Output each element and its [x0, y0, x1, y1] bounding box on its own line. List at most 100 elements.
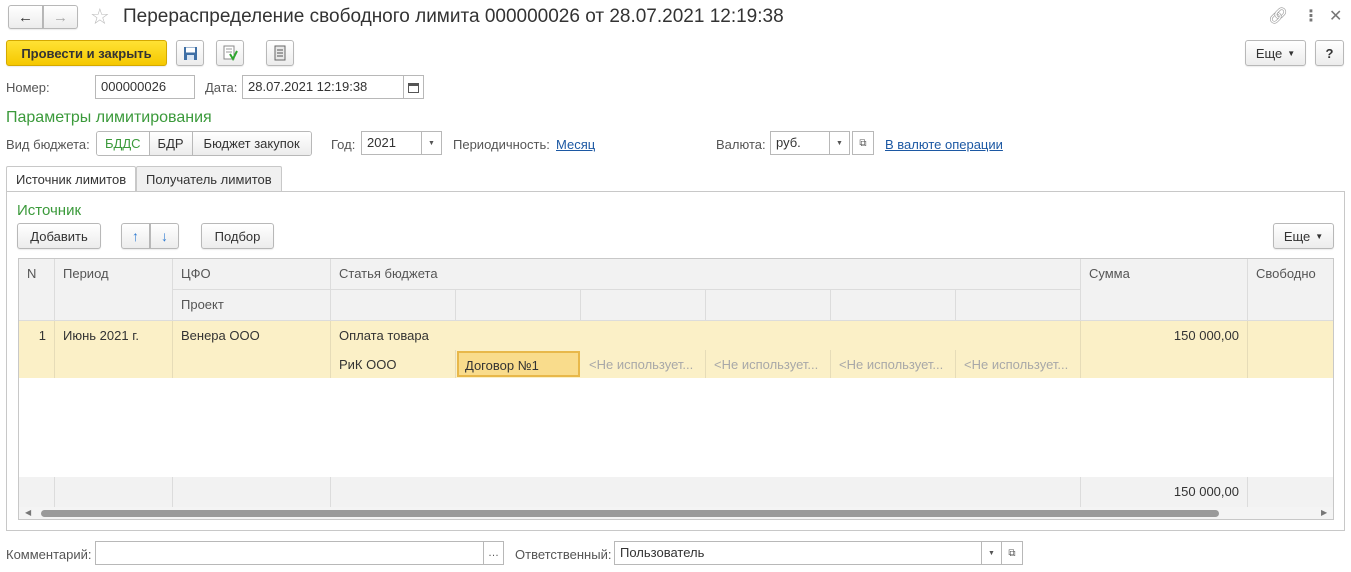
arrow-up-icon: ↑ — [132, 228, 139, 244]
col-sum-header[interactable]: Сумма — [1081, 259, 1248, 321]
arrow-left-icon: ← — [18, 8, 33, 26]
footer-period — [55, 477, 173, 507]
source-title: Источник — [17, 202, 82, 219]
periodicity-link[interactable]: Месяц — [556, 137, 595, 152]
table-more-button[interactable]: Еще ▼ — [1273, 223, 1334, 249]
arrow-right-icon: → — [53, 8, 68, 26]
row-1-period[interactable]: Июнь 2021 г. — [55, 321, 173, 378]
dropdown-arrow-icon: ▼ — [836, 139, 843, 147]
col-n-header[interactable]: N — [19, 259, 55, 321]
horizontal-scrollbar[interactable]: ◀ ▶ — [19, 507, 1333, 519]
col-free-header[interactable]: Свободно — [1248, 259, 1333, 321]
more-vertical-icon[interactable]: ⋮ — [1303, 6, 1319, 26]
row-1-analytic-5[interactable]: <Не использует... — [831, 350, 956, 378]
post-document-icon — [223, 45, 238, 61]
year-dropdown-button[interactable]: ▼ — [422, 131, 442, 155]
currency-operation-link[interactable]: В валюте операции — [885, 137, 1003, 152]
save-icon — [183, 46, 197, 60]
periodicity-label: Периодичность: — [453, 137, 550, 152]
col-analytic-3-header[interactable] — [581, 290, 706, 321]
more-label: Еще — [1255, 45, 1283, 61]
row-1-analytic-2[interactable]: Договор №1 — [457, 351, 580, 377]
responsible-open-button[interactable]: ⧉ — [1002, 541, 1023, 565]
col-cfo-header[interactable]: ЦФО — [173, 259, 331, 290]
link-icon[interactable]: 🔗︎ — [1268, 6, 1288, 26]
favorite-star-icon[interactable]: ☆ — [90, 4, 110, 30]
scroll-right-icon[interactable]: ▶ — [1321, 508, 1327, 517]
forward-button[interactable]: → — [43, 5, 78, 29]
footer-free — [1248, 477, 1333, 507]
open-icon: ⧉ — [1008, 547, 1016, 559]
dropdown-arrow-icon: ▼ — [988, 549, 995, 557]
tab-source[interactable]: Источник лимитов — [6, 166, 137, 192]
col-analytic-4-header[interactable] — [706, 290, 831, 321]
source-table: N Период ЦФО Проект Статья бюджета Сумма… — [18, 258, 1334, 520]
limits-section-title: Параметры лимитирования — [6, 109, 212, 126]
budget-type-bdds[interactable]: БДДС — [97, 132, 150, 155]
responsible-label: Ответственный: — [515, 547, 612, 562]
move-up-button[interactable]: ↑ — [121, 223, 150, 249]
currency-field[interactable]: руб. — [770, 131, 830, 155]
pick-button[interactable]: Подбор — [201, 223, 274, 249]
back-button[interactable]: ← — [8, 5, 43, 29]
row-1-analytic-4[interactable]: <Не использует... — [706, 350, 831, 378]
more-button[interactable]: Еще ▼ — [1245, 40, 1306, 66]
currency-open-button[interactable]: ⧉ — [852, 131, 874, 155]
row-1-analytic-6[interactable]: <Не использует... — [956, 350, 1081, 378]
col-period-header[interactable]: Период — [55, 259, 173, 321]
post-button[interactable] — [216, 40, 244, 66]
row-1-n: 1 — [19, 321, 55, 378]
responsible-dropdown-button[interactable]: ▼ — [982, 541, 1002, 565]
date-field[interactable]: 28.07.2021 12:19:38 — [242, 75, 404, 99]
col-analytic-5-header[interactable] — [831, 290, 956, 321]
date-label: Дата: — [205, 80, 238, 95]
footer-sum-total: 150 000,00 — [1081, 477, 1248, 507]
calendar-icon — [408, 82, 419, 93]
col-article-header[interactable]: Статья бюджета — [331, 259, 1081, 290]
col-analytic-2-header[interactable] — [456, 290, 581, 321]
close-icon[interactable]: ✕ — [1329, 6, 1342, 26]
col-analytic-1-header[interactable] — [331, 290, 456, 321]
save-button[interactable] — [176, 40, 204, 66]
budget-type-bdr[interactable]: БДР — [149, 132, 193, 155]
currency-label: Валюта: — [716, 137, 766, 152]
budget-type-switch: БДДС БДР Бюджет закупок — [96, 131, 312, 156]
responsible-field[interactable]: Пользователь — [614, 541, 982, 565]
budget-type-purchases[interactable]: Бюджет закупок — [192, 132, 311, 155]
col-analytic-6-header[interactable] — [956, 290, 1081, 321]
comment-field[interactable] — [95, 541, 484, 565]
open-icon: ⧉ — [859, 137, 867, 149]
document-structure-button[interactable] — [266, 40, 294, 66]
budget-type-label: Вид бюджета: — [6, 137, 90, 152]
col-project-header[interactable]: Проект — [173, 290, 331, 321]
dropdown-arrow-icon: ▼ — [1315, 231, 1324, 241]
year-label: Год: — [331, 137, 356, 152]
footer-article — [331, 477, 1081, 507]
row-1-cfo[interactable]: Венера ООО — [173, 321, 331, 350]
footer-n — [19, 477, 55, 507]
calendar-button[interactable] — [404, 75, 424, 99]
comment-open-button[interactable]: … — [484, 541, 504, 565]
help-button[interactable]: ? — [1315, 40, 1344, 66]
row-1-project[interactable] — [173, 350, 331, 378]
window-title: Перераспределение свободного лимита 0000… — [123, 6, 784, 27]
post-and-close-button[interactable]: Провести и закрыть — [6, 40, 167, 66]
add-button[interactable]: Добавить — [17, 223, 101, 249]
row-1-analytic-1[interactable]: РиК ООО — [331, 350, 456, 378]
more-label: Еще — [1283, 228, 1311, 244]
year-field[interactable]: 2021 — [361, 131, 422, 155]
comment-label: Комментарий: — [6, 547, 92, 562]
number-field[interactable]: 000000026 — [95, 75, 195, 99]
footer-cfo — [173, 477, 331, 507]
scroll-left-icon[interactable]: ◀ — [25, 508, 31, 517]
number-label: Номер: — [6, 80, 50, 95]
currency-dropdown-button[interactable]: ▼ — [830, 131, 850, 155]
move-down-button[interactable]: ↓ — [150, 223, 179, 249]
row-1-article[interactable]: Оплата товара — [331, 321, 1081, 350]
row-1-analytic-3[interactable]: <Не использует... — [581, 350, 706, 378]
list-document-icon — [274, 45, 286, 61]
row-1-sum[interactable]: 150 000,00 — [1081, 321, 1248, 378]
scrollbar-thumb[interactable] — [41, 510, 1219, 517]
tab-recipient[interactable]: Получатель лимитов — [136, 166, 282, 191]
arrow-down-icon: ↓ — [161, 228, 168, 244]
